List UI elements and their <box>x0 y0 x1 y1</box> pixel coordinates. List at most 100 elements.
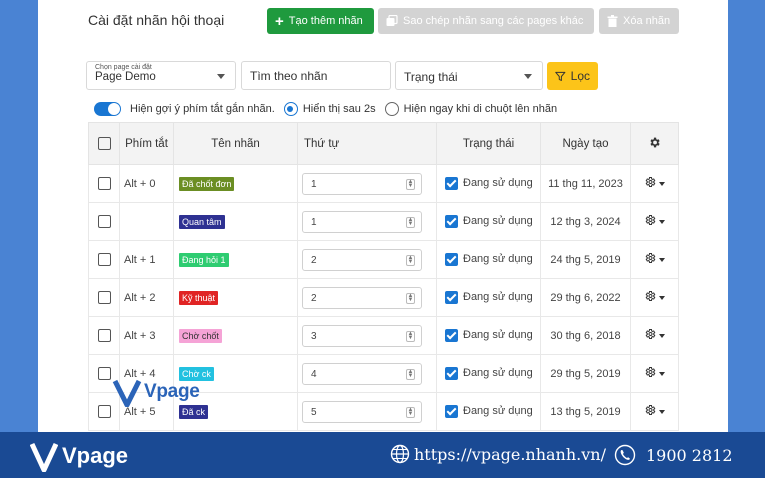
gear-icon <box>645 405 656 415</box>
spinner-icon[interactable]: ▲ ▼ <box>406 216 415 228</box>
created-date-cell: 30 thg 6, 2018 <box>540 316 631 355</box>
status-checkbox[interactable] <box>445 367 458 380</box>
order-input[interactable]: 4 ▲ ▼ <box>302 362 422 385</box>
status-checkbox[interactable] <box>445 177 458 190</box>
spinner-icon[interactable]: ▲ ▼ <box>406 178 415 190</box>
copy-labels-text: Sao chép nhãn sang các pages khác <box>403 15 584 27</box>
display-options: Hiện gợi ý phím tắt gắn nhãn. Hiển thị s… <box>94 100 557 118</box>
row-checkbox[interactable] <box>97 405 111 418</box>
filter-button[interactable]: Lọc <box>547 62 598 90</box>
gear-icon <box>645 253 656 263</box>
status-checkbox[interactable] <box>445 329 458 342</box>
row-checkbox[interactable] <box>97 291 111 304</box>
table-row: Alt + 1 Đang hỏi 1 2 ▲ ▼ Đang sử dụng 24 thg 5… <box>88 240 679 279</box>
order-value: 1 <box>311 178 317 190</box>
create-label-text: Tạo thêm nhãn <box>288 15 363 27</box>
spinner-icon[interactable]: ▲ ▼ <box>406 368 415 380</box>
spinner-icon[interactable]: ▲ ▼ <box>406 292 415 304</box>
created-date-cell: 29 thg 5, 2019 <box>540 354 631 393</box>
order-input[interactable]: 1 ▲ ▼ <box>302 172 422 195</box>
vpage-logo-icon <box>30 442 58 472</box>
created-date-cell: 24 thg 5, 2019 <box>540 240 631 279</box>
order-cell: 1 ▲ ▼ <box>297 164 437 203</box>
status-checkbox[interactable] <box>445 291 458 304</box>
status-text: Đang sử dụng <box>463 367 533 380</box>
chevron-down-icon <box>217 74 225 79</box>
status-cell: Đang sử dụng <box>436 202 541 241</box>
row-checkbox[interactable] <box>97 253 111 266</box>
label-tag: Kỹ thuật <box>179 290 219 305</box>
shortcut-cell: Alt + 0 <box>119 164 174 203</box>
delete-label-button[interactable]: Xóa nhãn <box>599 8 679 34</box>
footer-website[interactable]: https://vpage.nhanh.vn/ <box>390 444 606 464</box>
label-search-field[interactable] <box>241 61 391 90</box>
row-select-cell <box>88 316 120 355</box>
label-name-cell: Kỹ thuật <box>173 278 298 317</box>
status-text: Đang sử dụng <box>463 291 533 304</box>
footer-bar: Vpage https://vpage.nhanh.vn/ 1900 2812 <box>0 432 765 478</box>
footer-logo: Vpage <box>30 440 128 472</box>
table-row: Alt + 2 Kỹ thuật 2 ▲ ▼ Đang sử dụng 29 thg 6, … <box>88 278 679 317</box>
order-input[interactable]: 2 ▲ ▼ <box>302 286 422 309</box>
select-all-checkbox[interactable] <box>97 137 111 150</box>
shortcut-hint-toggle[interactable] <box>94 102 121 116</box>
label-name-cell: Quan tâm <box>173 202 298 241</box>
status-checkbox[interactable] <box>445 215 458 228</box>
status-checkbox[interactable] <box>445 253 458 266</box>
page-select-value: Page Demo <box>95 71 156 83</box>
label-tag: Đã chốt đơn <box>179 176 235 191</box>
status-select-value: Trạng thái <box>404 70 458 84</box>
order-cell: 2 ▲ ▼ <box>297 278 437 317</box>
row-actions[interactable] <box>630 240 679 279</box>
vpage-logo-icon <box>112 379 142 407</box>
row-checkbox[interactable] <box>97 367 111 380</box>
radio-on-hover[interactable] <box>384 102 399 116</box>
order-input[interactable]: 3 ▲ ▼ <box>302 324 422 347</box>
row-checkbox[interactable] <box>97 215 111 228</box>
footer-website-text: https://vpage.nhanh.vn/ <box>414 444 606 464</box>
status-text: Đang sử dụng <box>463 329 533 342</box>
copy-labels-button[interactable]: Sao chép nhãn sang các pages khác <box>378 8 594 34</box>
created-date-cell: 12 thg 3, 2024 <box>540 202 631 241</box>
status-cell: Đang sử dụng <box>436 278 541 317</box>
status-text: Đang sử dụng <box>463 253 533 266</box>
spinner-icon[interactable]: ▲ ▼ <box>406 254 415 266</box>
row-actions[interactable] <box>630 278 679 317</box>
row-actions[interactable] <box>630 316 679 355</box>
status-text: Đang sử dụng <box>463 405 533 418</box>
footer-brand: Vpage <box>62 443 129 468</box>
order-value: 5 <box>311 406 317 418</box>
caret-down-icon <box>659 333 665 338</box>
row-checkbox[interactable] <box>97 177 111 190</box>
created-date-cell: 29 thg 6, 2022 <box>540 278 631 317</box>
row-actions[interactable] <box>630 164 679 203</box>
footer-phone[interactable]: 1900 2812 <box>614 444 733 466</box>
label-tag: Quan tâm <box>179 214 225 229</box>
order-input[interactable]: 2 ▲ ▼ <box>302 248 422 271</box>
trash-icon <box>607 15 618 27</box>
label-name-cell: Đã chốt đơn <box>173 164 298 203</box>
create-label-button[interactable]: + Tạo thêm nhãn <box>267 8 374 34</box>
radio-after-2s[interactable] <box>283 102 298 116</box>
order-input[interactable]: 5 ▲ ▼ <box>302 400 422 423</box>
label-name-cell: Chờ chốt <box>173 316 298 355</box>
gear-icon <box>645 177 656 187</box>
row-actions[interactable] <box>630 202 679 241</box>
header-settings[interactable] <box>630 122 679 165</box>
status-cell: Đang sử dụng <box>436 392 541 431</box>
row-checkbox[interactable] <box>97 329 111 342</box>
label-tag: Chờ chốt <box>179 328 222 343</box>
vpage-watermark: Vpage <box>112 377 200 407</box>
gear-icon <box>645 367 656 377</box>
filter-icon <box>555 71 566 81</box>
spinner-icon[interactable]: ▲ ▼ <box>406 406 415 418</box>
order-input[interactable]: 1 ▲ ▼ <box>302 210 422 233</box>
row-actions[interactable] <box>630 354 679 393</box>
row-select-cell <box>88 240 120 279</box>
spinner-icon[interactable]: ▲ ▼ <box>406 330 415 342</box>
status-checkbox[interactable] <box>445 405 458 418</box>
status-select[interactable]: Trạng thái <box>395 61 543 90</box>
page-select[interactable]: Chọn page cài đặt Page Demo <box>86 61 236 90</box>
row-actions[interactable] <box>630 392 679 431</box>
label-search-input[interactable] <box>242 62 390 89</box>
